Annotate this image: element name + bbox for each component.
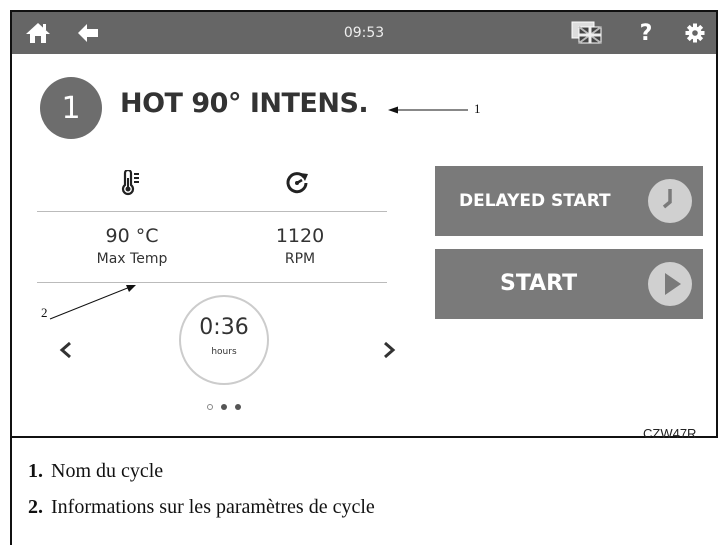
max-temp-value: 90 °C bbox=[105, 225, 159, 247]
rpm-label: RPM bbox=[284, 251, 316, 267]
document-margin-bar bbox=[10, 436, 12, 545]
max-temp-label: Max Temp bbox=[96, 251, 168, 267]
thermometer-icon bbox=[120, 168, 142, 200]
language-flag-icon[interactable] bbox=[567, 19, 607, 47]
cycle-name: HOT 90° INTENS. bbox=[120, 88, 369, 119]
start-label: START bbox=[500, 271, 578, 296]
page-dot-3[interactable] bbox=[235, 404, 241, 410]
callout-number-1: 1 bbox=[474, 101, 481, 116]
figure-reference-code: CZW47R bbox=[643, 426, 697, 441]
callout-arrow-2 bbox=[49, 285, 136, 320]
callout-number-2: 2 bbox=[41, 305, 48, 320]
help-icon[interactable]: ? bbox=[634, 19, 658, 47]
cycle-duration-value: 0:36 bbox=[199, 315, 249, 340]
play-icon bbox=[648, 262, 692, 306]
legend-item-2: 2. Informations sur les paramètres de cyc… bbox=[28, 496, 375, 519]
page-dot-2[interactable] bbox=[221, 404, 227, 410]
legend-number-2: 2. bbox=[28, 496, 43, 518]
settings-gear-icon[interactable] bbox=[682, 19, 708, 47]
legend-item-1: 1. Nom du cycle bbox=[28, 460, 163, 483]
callout-arrow-1 bbox=[388, 106, 468, 114]
clock-icon bbox=[648, 179, 692, 223]
start-button[interactable]: START bbox=[435, 249, 703, 319]
page-dot-1[interactable] bbox=[207, 404, 213, 410]
clock-time: 09:53 bbox=[343, 25, 385, 41]
machine-screen: 09:53 ? 1 HOT 90° INTENS. 1 90 °C Max Te… bbox=[10, 10, 718, 438]
cycle-duration-unit: hours bbox=[211, 347, 237, 357]
previous-arrow-button[interactable] bbox=[59, 341, 73, 363]
spin-speed-icon bbox=[284, 170, 310, 200]
legend-text-2: Informations sur les paramètres de cycle bbox=[51, 496, 375, 518]
cycle-duration-dial: 0:36 hours bbox=[179, 295, 269, 385]
rpm-value: 1120 bbox=[275, 225, 325, 247]
cycle-number-badge: 1 bbox=[40, 77, 102, 139]
legend-number-1: 1. bbox=[28, 460, 43, 482]
delayed-start-button[interactable]: DELAYED START bbox=[435, 166, 703, 236]
param-divider-top bbox=[37, 211, 387, 212]
legend-text-1: Nom du cycle bbox=[51, 460, 164, 482]
status-bar: 09:53 ? bbox=[12, 12, 716, 54]
delayed-start-label: DELAYED START bbox=[459, 191, 611, 211]
next-arrow-button[interactable] bbox=[382, 341, 396, 363]
